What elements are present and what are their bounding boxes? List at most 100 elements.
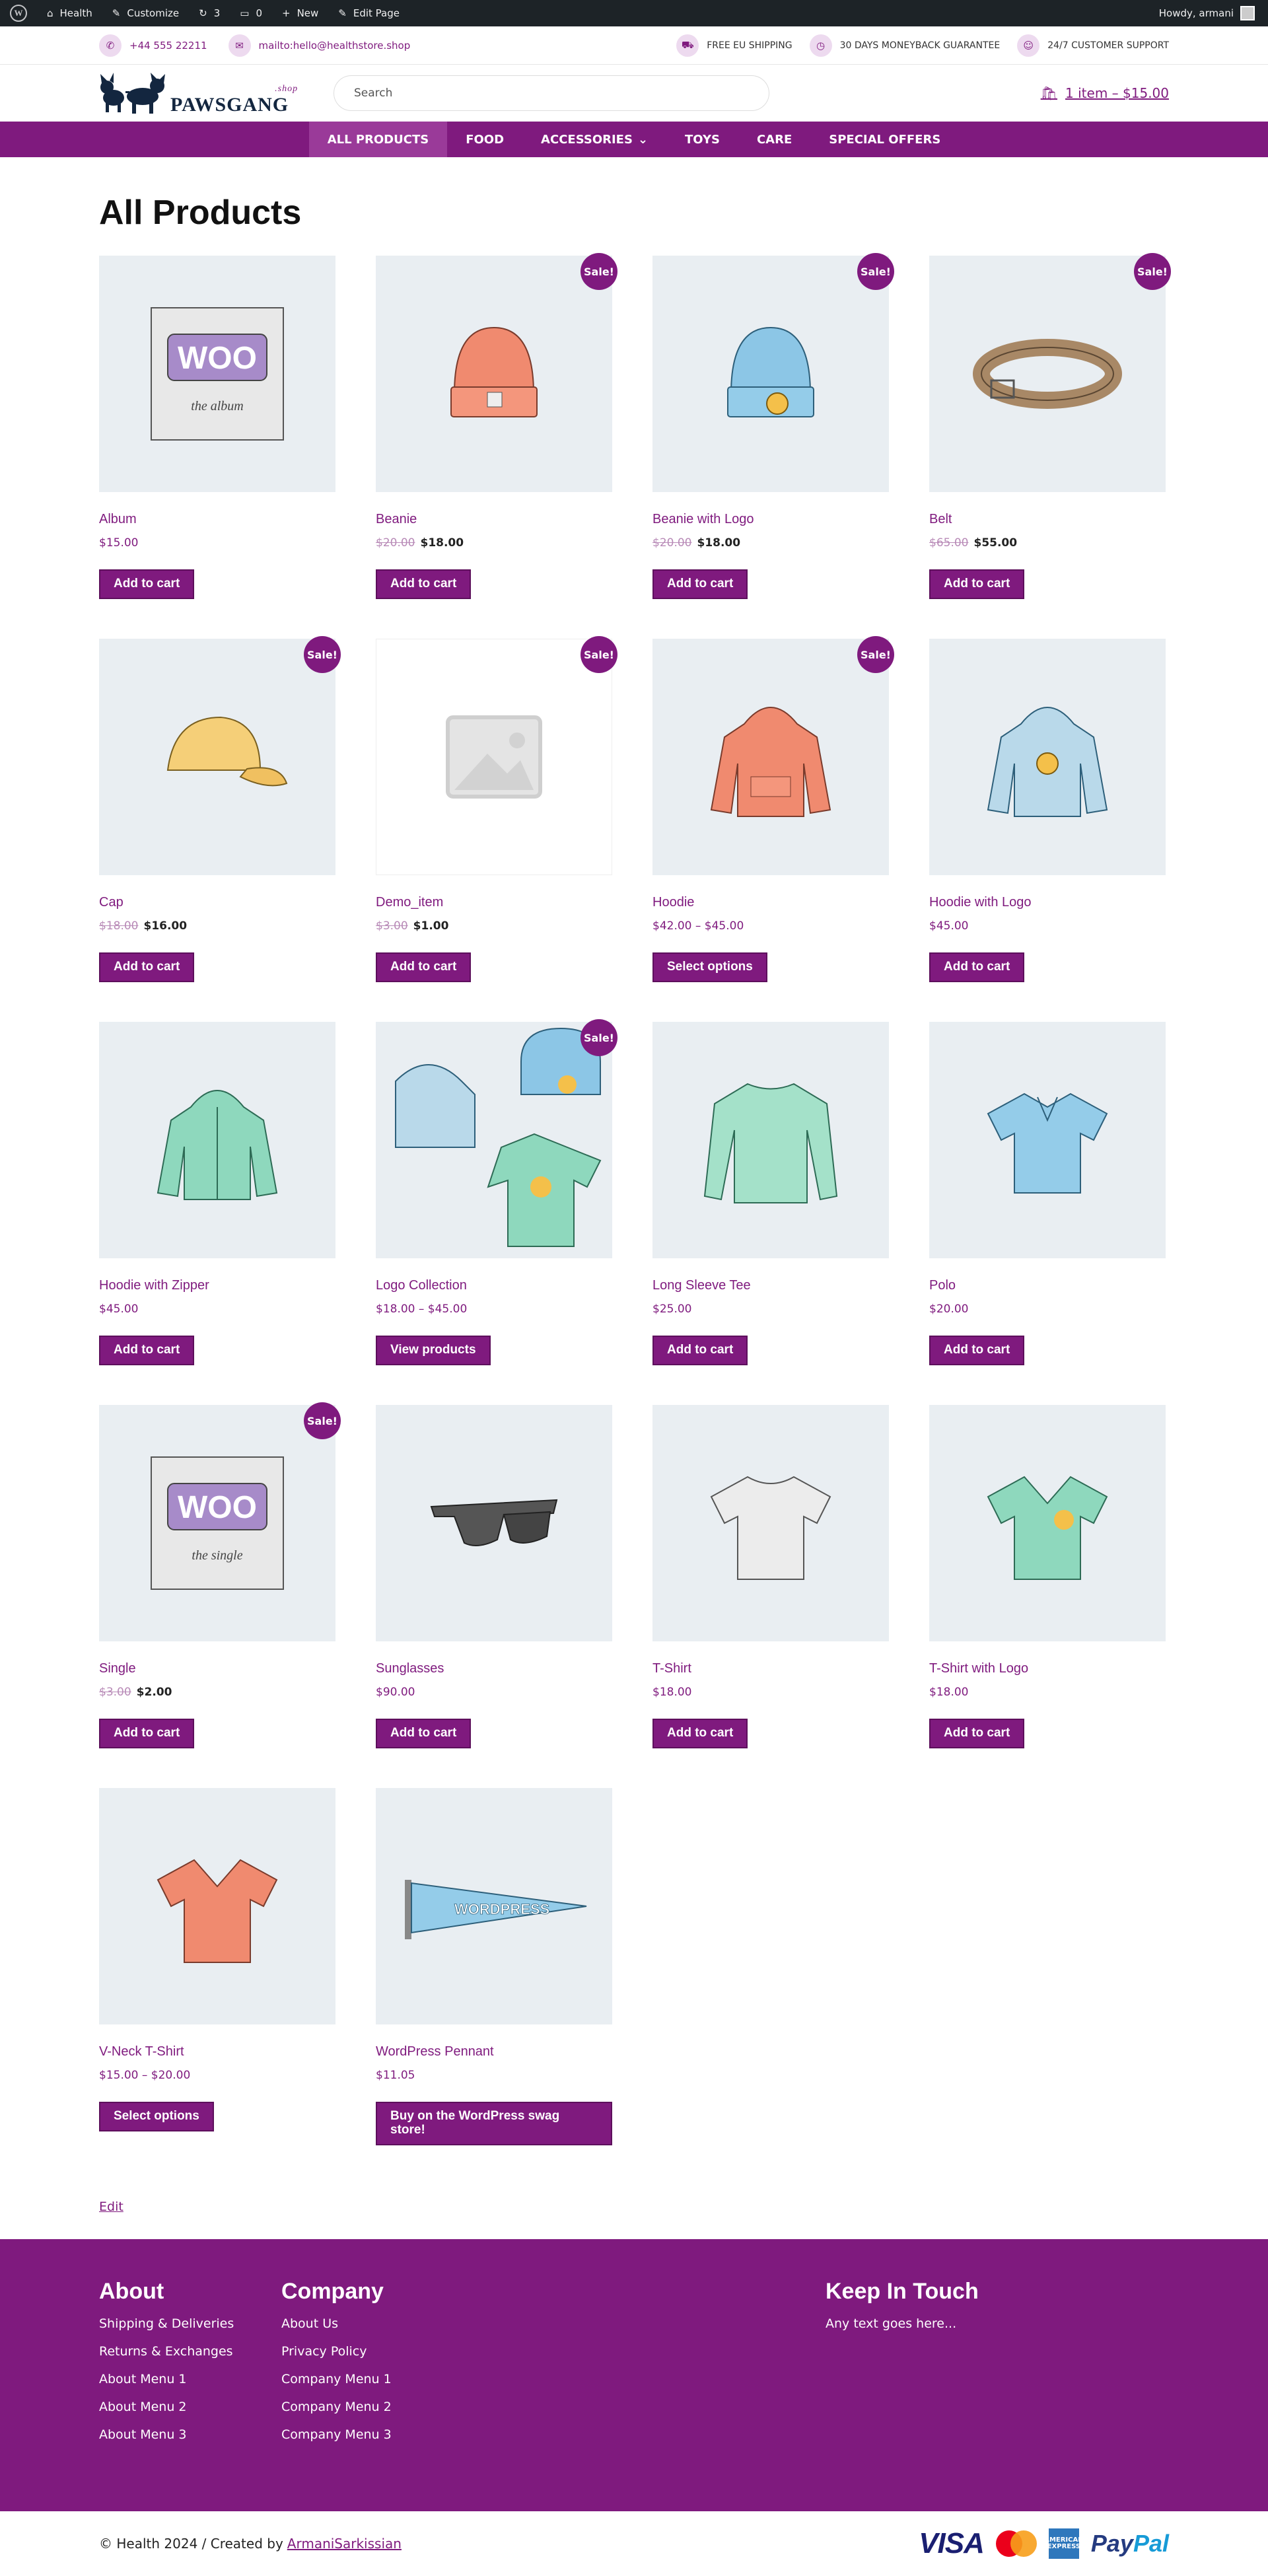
product-card: Long Sleeve Tee $25.00 Add to cart bbox=[652, 1022, 889, 1405]
product-price: $25.00 bbox=[652, 1303, 889, 1316]
nav-toys[interactable]: TOYS bbox=[666, 122, 738, 157]
product-card: Hoodie with Zipper $45.00 Add to cart bbox=[99, 1022, 335, 1405]
product-image[interactable] bbox=[929, 1022, 1166, 1258]
product-button[interactable]: Add to cart bbox=[376, 952, 472, 982]
shipping-info: ⛟ FREE EU SHIPPING bbox=[676, 34, 792, 57]
product-image[interactable] bbox=[376, 639, 612, 875]
site-name-menu[interactable]: ⌂ Health bbox=[37, 0, 102, 26]
product-button[interactable]: Select options bbox=[652, 952, 767, 982]
product-button[interactable]: Add to cart bbox=[652, 569, 748, 599]
email-contact[interactable]: ✉ mailto:hello@healthstore.shop bbox=[228, 34, 410, 57]
customize-link[interactable]: ✎ Customize bbox=[102, 0, 189, 26]
product-name[interactable]: Single bbox=[99, 1661, 335, 1676]
product-name[interactable]: Cap bbox=[99, 895, 335, 910]
product-image[interactable]: WOO the single bbox=[99, 1405, 335, 1641]
product-image[interactable] bbox=[929, 639, 1166, 875]
product-button[interactable]: Select options bbox=[99, 2102, 214, 2131]
product-button[interactable]: Add to cart bbox=[929, 569, 1025, 599]
comments-link[interactable]: ▭ 0 bbox=[230, 0, 272, 26]
footer-link[interactable]: Company Menu 3 bbox=[281, 2427, 392, 2442]
product-image[interactable]: WOO the album bbox=[99, 256, 335, 492]
product-image[interactable] bbox=[376, 1022, 612, 1258]
product-name[interactable]: Beanie bbox=[376, 512, 612, 527]
sale-badge: Sale! bbox=[581, 1019, 617, 1056]
nav-care[interactable]: CARE bbox=[738, 122, 810, 157]
footer-link[interactable]: Company Menu 2 bbox=[281, 2400, 392, 2414]
edit-link[interactable]: Edit bbox=[99, 2200, 123, 2214]
footer-link[interactable]: About Us bbox=[281, 2316, 392, 2331]
footer-link[interactable]: Shipping & Deliveries bbox=[99, 2316, 234, 2331]
nav-all-products[interactable]: ALL PRODUCTS bbox=[308, 122, 448, 157]
product-image[interactable] bbox=[929, 256, 1166, 492]
footer-link[interactable]: Privacy Policy bbox=[281, 2344, 392, 2359]
user-icon: ☺ bbox=[1017, 34, 1040, 57]
product-name[interactable]: Belt bbox=[929, 512, 1166, 527]
old-price: $3.00 bbox=[376, 919, 408, 933]
product-button[interactable]: View products bbox=[376, 1336, 491, 1365]
phone-contact[interactable]: ✆ +44 555 22211 bbox=[99, 34, 207, 57]
product-image[interactable] bbox=[652, 1405, 889, 1641]
footer-link[interactable]: Company Menu 1 bbox=[281, 2372, 392, 2386]
product-image[interactable]: WORDPRESS bbox=[376, 1788, 612, 2024]
product-image[interactable] bbox=[99, 639, 335, 875]
product-illustration bbox=[987, 1092, 1108, 1194]
product-button[interactable]: Add to cart bbox=[929, 952, 1025, 982]
product-image[interactable] bbox=[376, 256, 612, 492]
product-button[interactable]: Add to cart bbox=[376, 1719, 472, 1748]
wp-logo-menu[interactable]: W bbox=[0, 0, 37, 26]
cart-link[interactable]: 🛍 1 item – $15.00 bbox=[1041, 85, 1169, 101]
product-button[interactable]: Add to cart bbox=[929, 1336, 1025, 1365]
product-name[interactable]: Hoodie bbox=[652, 895, 889, 910]
product-image[interactable] bbox=[376, 1405, 612, 1641]
product-image[interactable] bbox=[652, 256, 889, 492]
product-button[interactable]: Add to cart bbox=[652, 1336, 748, 1365]
product-button[interactable]: Add to cart bbox=[99, 952, 195, 982]
product-card: Hoodie with Logo $45.00 Add to cart bbox=[929, 639, 1166, 1022]
product-button[interactable]: Add to cart bbox=[99, 1336, 195, 1365]
product-image[interactable] bbox=[99, 1022, 335, 1258]
product-name[interactable]: WordPress Pennant bbox=[376, 2044, 612, 2059]
product-image[interactable] bbox=[929, 1405, 1166, 1641]
account-menu[interactable]: Howdy, armani bbox=[1149, 0, 1268, 26]
nav-food[interactable]: FOOD bbox=[447, 122, 522, 157]
site-logo[interactable]: PAWSGANG .shop bbox=[99, 71, 297, 115]
price-value: $25.00 bbox=[652, 1303, 692, 1316]
search-input[interactable]: Search bbox=[334, 75, 769, 111]
product-name[interactable]: Logo Collection bbox=[376, 1278, 612, 1293]
product-name[interactable]: Demo_item bbox=[376, 895, 612, 910]
copyright: © Health 2024 / Created by bbox=[99, 2536, 283, 2552]
product-price: $3.00 $1.00 bbox=[376, 919, 612, 933]
updates-link[interactable]: ↻ 3 bbox=[189, 0, 230, 26]
product-name[interactable]: V-Neck T-Shirt bbox=[99, 2044, 335, 2059]
price-value: $18.00 bbox=[652, 1686, 692, 1699]
product-button[interactable]: Add to cart bbox=[652, 1719, 748, 1748]
product-name[interactable]: Hoodie with Zipper bbox=[99, 1278, 335, 1293]
product-image[interactable] bbox=[652, 1022, 889, 1258]
product-name[interactable]: Album bbox=[99, 512, 335, 527]
product-image[interactable] bbox=[99, 1788, 335, 2024]
product-button[interactable]: Add to cart bbox=[99, 569, 195, 599]
product-name[interactable]: Hoodie with Logo bbox=[929, 895, 1166, 910]
nav-special-offers[interactable]: SPECIAL OFFERS bbox=[810, 122, 959, 157]
footer-link[interactable]: About Menu 2 bbox=[99, 2400, 234, 2414]
product-name[interactable]: Long Sleeve Tee bbox=[652, 1278, 889, 1293]
new-content-menu[interactable]: + New bbox=[272, 0, 328, 26]
product-name[interactable]: T-Shirt with Logo bbox=[929, 1661, 1166, 1676]
footer-link[interactable]: About Menu 1 bbox=[99, 2372, 234, 2386]
product-button[interactable]: Buy on the WordPress swag store! bbox=[376, 2102, 612, 2145]
product-button[interactable]: Add to cart bbox=[99, 1719, 195, 1748]
nav-accessories[interactable]: ACCESSORIES ⌄ bbox=[522, 122, 666, 157]
footer-link[interactable]: Returns & Exchanges bbox=[99, 2344, 234, 2359]
footer-link[interactable]: About Menu 3 bbox=[99, 2427, 234, 2442]
product-name[interactable]: Polo bbox=[929, 1278, 1166, 1293]
product-button[interactable]: Add to cart bbox=[929, 1719, 1025, 1748]
sale-badge: Sale! bbox=[581, 253, 617, 290]
product-name[interactable]: Beanie with Logo bbox=[652, 512, 889, 527]
product-button[interactable]: Add to cart bbox=[376, 569, 472, 599]
edit-page-link[interactable]: ✎ Edit Page bbox=[328, 0, 409, 26]
product-image[interactable] bbox=[652, 639, 889, 875]
product-name[interactable]: T-Shirt bbox=[652, 1661, 889, 1676]
product-name[interactable]: Sunglasses bbox=[376, 1661, 612, 1676]
footer: About Shipping & Deliveries Returns & Ex… bbox=[0, 2239, 1268, 2511]
author-link[interactable]: ArmaniSarkissian bbox=[287, 2536, 402, 2552]
